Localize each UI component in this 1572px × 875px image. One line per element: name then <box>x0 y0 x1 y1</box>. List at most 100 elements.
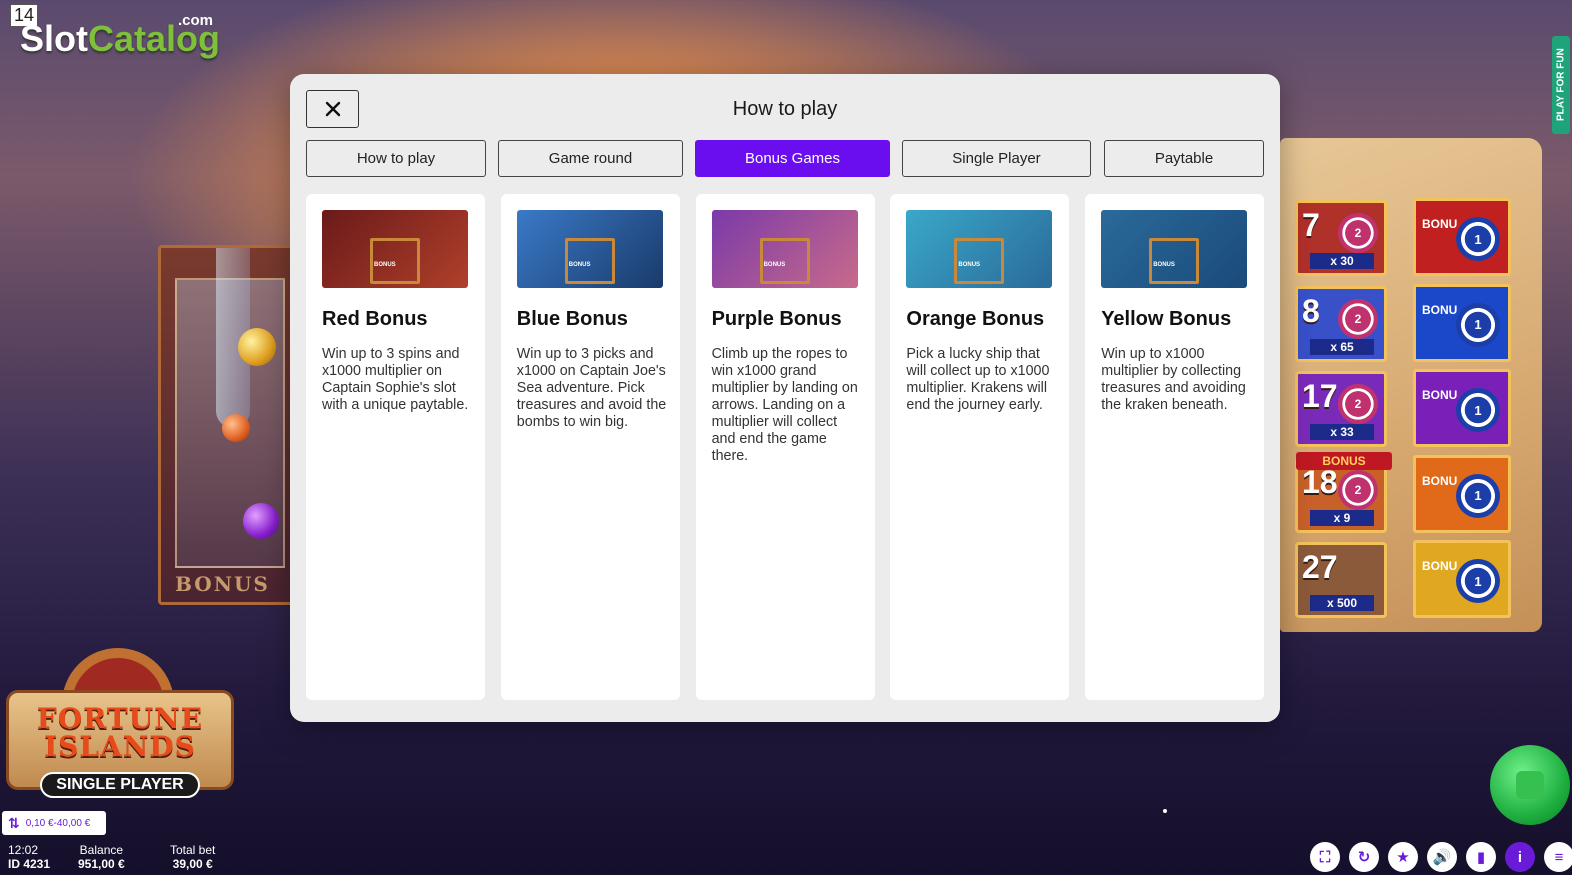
number-tile: 27 x 500 <box>1295 542 1387 618</box>
logo-line-2: ISLANDS <box>44 730 196 763</box>
bonus-card-image: BONUS <box>516 210 663 288</box>
balance-info: Balance 951,00 € <box>78 843 125 871</box>
bonus-card-title: Purple Bonus <box>711 308 842 330</box>
bonus-tile: BONU 1 <box>1413 454 1511 533</box>
bonus-card-image-label: BONUS <box>1153 262 1175 268</box>
bonus-chip-icon: 1 <box>1456 302 1500 347</box>
bonus-card-description: Win up to 3 picks and x1000 on Captain J… <box>516 346 667 430</box>
mode-badge: SINGLE PLAYER <box>40 772 200 798</box>
bonus-card-description: Pick a lucky ship that will collect up t… <box>906 346 1050 413</box>
bonus-card-orange-bonus: BONUS Orange Bonus Pick a lucky ship that … <box>890 194 1070 700</box>
bet-arrows-icon: ⇅ <box>8 814 20 831</box>
favorite-icon[interactable]: ★ <box>1388 842 1418 872</box>
bonus-card-title: Yellow Bonus <box>1101 308 1232 330</box>
balance-label: Balance <box>79 843 124 857</box>
tile-chip-icon: 2 <box>1338 298 1378 339</box>
tile-chip-icon: 2 <box>1338 384 1378 424</box>
how-to-play-modal: How to play How to play Game round Bonus G… <box>290 74 1280 722</box>
bonus-frame-icon <box>1149 238 1200 284</box>
bonus-card-yellow-bonus: BONUS Yellow Bonus Win up to x1000 multipl… <box>1085 194 1265 700</box>
number-tile: 17 x 33 2 <box>1295 371 1387 447</box>
bonus-card-image: BONUS <box>322 210 468 288</box>
bottom-toolbar: ⛶ ↻ ★ 🔊 ▮ i ≡ <box>1310 842 1572 872</box>
bonus-card-title: Red Bonus <box>322 308 428 330</box>
tile-chip-icon: 2 <box>1338 213 1378 253</box>
tile-multiplier: x 9 <box>1310 509 1374 526</box>
bonus-card-image-label: BONUS <box>568 262 591 268</box>
bonus-tile-label: BONU <box>1422 217 1458 231</box>
tile-number: 17 <box>1302 378 1338 414</box>
info-icon[interactable]: i <box>1505 842 1535 872</box>
bonus-card-blue-bonus: BONUS Blue Bonus Win up to 3 picks and x10… <box>500 194 680 700</box>
tile-number: 7 <box>1302 207 1320 243</box>
bonus-card-image: BONUS <box>1101 210 1248 288</box>
tab-how-to-play[interactable]: How to play <box>306 140 486 177</box>
bonus-tile-label: BONU <box>1422 473 1458 488</box>
tower-label: BONUS <box>175 572 270 596</box>
total-bet-value: 39,00 € <box>172 857 213 871</box>
autoplay-icon[interactable]: ↻ <box>1349 842 1379 872</box>
balance-value: 951,00 € <box>78 857 125 871</box>
bonus-card-image-label: BONUS <box>374 262 396 268</box>
watermark-suffix: .com <box>178 12 214 29</box>
bonus-tile-label: BONU <box>1422 388 1458 402</box>
bonus-chip-icon: 1 <box>1456 217 1500 261</box>
tile-multiplier: x 500 <box>1310 595 1374 611</box>
spin-icon <box>1516 771 1544 799</box>
bonus-frame-icon <box>759 238 810 284</box>
bonus-card-description: Climb up the ropes to win x1000 grand mu… <box>711 346 858 464</box>
session-info: 12:02 ID 4231 <box>8 843 50 871</box>
total-bet-label: Total bet <box>170 843 216 857</box>
bonus-frame-icon <box>370 238 420 284</box>
bonus-tile: BONU 1 <box>1413 540 1511 618</box>
stats-icon[interactable]: ▮ <box>1466 842 1496 872</box>
total-bet-info: Total bet 39,00 € <box>170 843 215 871</box>
tile-chip-icon: 2 <box>1338 469 1378 510</box>
clock: 12:02 <box>8 843 39 857</box>
session-id: ID 4231 <box>8 857 51 871</box>
tile-multiplier: x 65 <box>1310 338 1374 355</box>
number-tile: 8 x 65 2 <box>1295 285 1387 362</box>
cursor-dot <box>1163 809 1167 813</box>
tile-multiplier: x 33 <box>1310 424 1374 440</box>
bonus-card-title: Orange Bonus <box>906 308 1045 330</box>
bonus-card-image: BONUS <box>711 210 858 288</box>
bonus-tile: BONU 1 <box>1413 283 1511 362</box>
bonus-tile-label: BONU <box>1422 559 1458 573</box>
bonus-tile-label: BONU <box>1422 302 1458 317</box>
bonus-chip-icon: 1 <box>1456 559 1500 603</box>
menu-icon[interactable]: ≡ <box>1544 842 1572 872</box>
bonus-card-description: Win up to x1000 multiplier by collecting… <box>1101 346 1246 413</box>
number-tile: 7 x 30 2 <box>1295 200 1387 276</box>
bonus-chip-icon: 1 <box>1456 473 1500 518</box>
tab-paytable[interactable]: Paytable <box>1104 140 1264 177</box>
tab-game-round[interactable]: Game round <box>498 140 683 177</box>
bet-range-text: 0,10 €-40,00 € <box>25 817 91 829</box>
tab-bonus-games[interactable]: Bonus Games <box>695 140 890 177</box>
tile-number: 27 <box>1302 549 1338 585</box>
spin-button[interactable] <box>1490 745 1570 825</box>
bonus-chip-icon: 1 <box>1456 388 1500 432</box>
tab-single-player[interactable]: Single Player <box>902 140 1091 177</box>
fullscreen-icon[interactable]: ⛶ <box>1310 842 1340 872</box>
bonus-card-description: Win up to 3 spins and x1000 multiplier o… <box>322 346 469 413</box>
play-for-fun-badge: PLAY FOR FUN <box>1552 36 1570 134</box>
orange-ball <box>222 414 250 442</box>
bonus-card-image: BONUS <box>906 210 1053 288</box>
game-logo: FORTUNE ISLANDS SINGLE PLAYER <box>4 640 236 800</box>
bonus-ribbon: BONUS <box>1296 452 1392 470</box>
bonus-card-image-label: BONUS <box>958 262 981 268</box>
tile-multiplier: x 30 <box>1310 253 1374 269</box>
sound-icon[interactable]: 🔊 <box>1427 842 1457 872</box>
bonus-tile: BONU 1 <box>1413 198 1511 276</box>
bonus-card-red-bonus: BONUS Red Bonus Win up to 3 spins and x100… <box>306 194 485 700</box>
yellow-ball <box>238 328 276 366</box>
purple-ball <box>243 503 279 539</box>
bet-range-button[interactable]: ⇅ 0,10 €-40,00 € <box>2 811 106 835</box>
bonus-card-title: Blue Bonus <box>516 308 628 330</box>
bonus-frame-icon <box>564 238 615 284</box>
bonus-tile: BONU 1 <box>1413 369 1511 447</box>
tile-number: 8 <box>1302 292 1320 329</box>
bonus-card-purple-bonus: BONUS Purple Bonus Climb up the ropes to w… <box>695 194 875 700</box>
bonus-card-image-label: BONUS <box>763 262 786 268</box>
